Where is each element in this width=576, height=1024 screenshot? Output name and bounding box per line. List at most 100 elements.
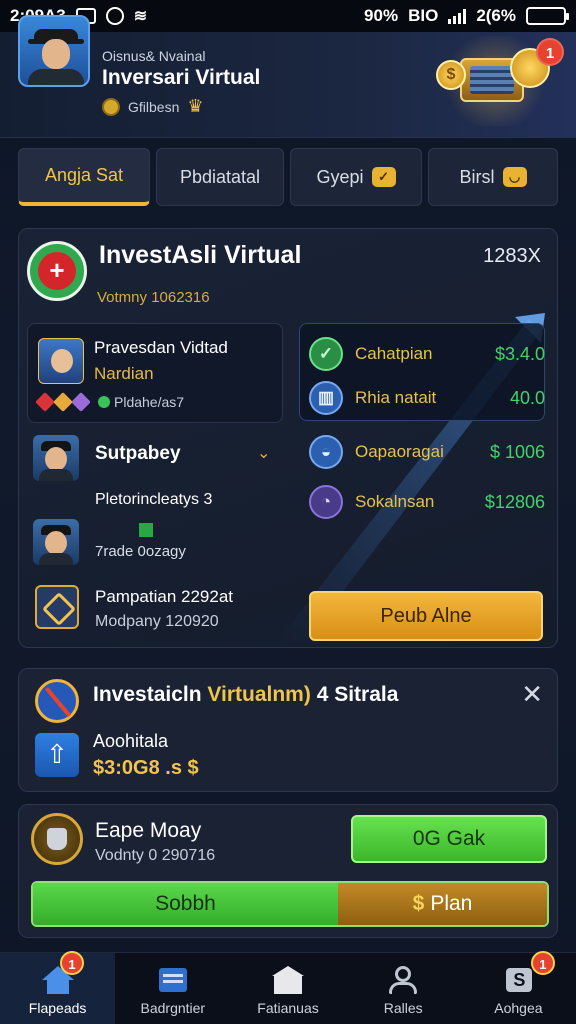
tab-pbdiatatal[interactable]: Pbdiatatal xyxy=(156,148,284,206)
stat-label: Rhia natait xyxy=(355,388,437,407)
row-text-2: 7rade 0ozagy xyxy=(95,543,186,560)
promo-amount: $3:0G8 .s $ xyxy=(93,757,199,779)
person-icon xyxy=(387,966,419,994)
promo-card: Investaicln Virtualnm) 4 Sitrala ✕ ⇧ Aoo… xyxy=(18,668,558,792)
header-title: Inversari Virtual xyxy=(102,66,261,89)
badge-icon xyxy=(35,585,79,629)
coin-icon xyxy=(102,97,120,116)
row-text-1: Pletorincleatys 3 xyxy=(95,491,213,508)
tab-label: Birsl xyxy=(459,166,495,187)
alarm-icon xyxy=(105,7,124,25)
tab-label: Angja Sat xyxy=(44,165,124,185)
tab-bar: Angja Sat Pbdiatatal Gyepi ✓ Birsl ◡ xyxy=(18,148,558,206)
subcard-meta: Pldahe/as7 xyxy=(35,392,185,412)
trophy-icon: ♛ xyxy=(187,96,204,116)
investment-card: + InvestAsli Virtual 1283X Votmny 106231… xyxy=(18,228,558,648)
header-subtitle: Oisnus& Nvainal xyxy=(102,48,206,64)
nav-item-settings[interactable]: S Aohgea 1 xyxy=(461,951,576,1024)
house-icon xyxy=(272,966,304,994)
card-subtitle: Votmny 1062316 xyxy=(97,289,210,306)
person-thumb xyxy=(33,435,79,481)
status-square-icon xyxy=(139,523,153,537)
subcard-meta-text: Pldahe/as7 xyxy=(114,394,185,410)
subcard-line2: Nardian xyxy=(94,364,154,383)
chart-circle-icon: ◔ xyxy=(309,485,343,519)
stat-label: Cahatpian xyxy=(355,344,433,363)
claim-button[interactable]: 0G Gak xyxy=(351,815,547,863)
basket-icon: ▥ xyxy=(309,381,343,415)
header-meta: Gfilbesn ♛ xyxy=(102,96,204,117)
bowl-icon: ◒ xyxy=(309,435,343,469)
dollar-icon: $ xyxy=(412,892,425,915)
card-title: InvestAsli Virtual xyxy=(99,241,302,269)
promo-label: Aoohitala xyxy=(93,731,169,751)
nav-label: Fatianuas xyxy=(257,1000,319,1016)
avatar[interactable] xyxy=(18,15,90,87)
nav-item-features[interactable]: Fatianuas xyxy=(230,953,345,1024)
document-icon xyxy=(157,966,189,994)
s-box-icon: S xyxy=(502,966,534,994)
nav-label: Flapeads xyxy=(28,1000,87,1016)
stat-value: $ 1006 xyxy=(489,441,545,462)
tab-angja-sat[interactable]: Angja Sat xyxy=(18,148,150,206)
notification-badge[interactable]: 1 xyxy=(536,38,564,66)
close-icon[interactable]: ✕ xyxy=(521,679,543,710)
promo-logo-icon xyxy=(35,679,79,723)
check-box-icon: ✓ xyxy=(371,167,396,187)
nav-item-profile[interactable]: Ralles xyxy=(346,953,461,1024)
stat-label: Sokalnsan xyxy=(355,492,435,511)
nav-badge: 1 xyxy=(530,951,555,975)
bonus-card: Eape Moay Vodnty 0 290716 0G Gak Sobbh $… xyxy=(18,804,558,938)
sponsor-title: Sutpabey xyxy=(95,443,181,464)
check-icon: ✓ xyxy=(309,337,343,371)
bonus-subtitle: Vodnty 0 290716 xyxy=(95,847,216,864)
profile-thumb xyxy=(38,338,84,384)
nav-label: Ralles xyxy=(383,1000,423,1016)
nav-badge: 1 xyxy=(60,951,84,975)
brand-logo-icon: + xyxy=(27,241,87,301)
header-meta-label: Gfilbesn xyxy=(128,98,180,115)
wifi-icon: ≋ xyxy=(133,8,148,25)
stat-label: Oapaoragai xyxy=(355,442,444,461)
plan-button[interactable]: $ Plan xyxy=(338,883,547,925)
tab-birsl[interactable]: Birsl ◡ xyxy=(428,148,558,206)
subcard-line1: Pravesdan Vidtad xyxy=(94,338,228,357)
split-action-bar: Sobbh $ Plan xyxy=(31,881,549,927)
bonus-badge-icon xyxy=(31,813,83,865)
chevron-down-icon[interactable]: ⌄ xyxy=(257,443,270,463)
nav-label: Badrgntier xyxy=(140,1000,206,1016)
stat-value: $3.4.0 xyxy=(494,343,545,364)
person-thumb xyxy=(33,519,79,565)
nav-item-badges[interactable]: Badrgntier xyxy=(115,953,230,1024)
stat-row[interactable]: ◔ Sokalnsan $12806 xyxy=(309,485,545,519)
gem-icon xyxy=(71,392,91,412)
promo-title: Investaicln Virtualnm) 4 Sitrala xyxy=(93,683,399,706)
status-percent: 2(6% xyxy=(476,6,516,25)
row-text-4: Modpany 120920 xyxy=(95,613,219,630)
tab-label: Gyepi xyxy=(316,166,364,187)
bonus-title: Eape Moay xyxy=(95,819,202,842)
battery-icon xyxy=(526,7,569,25)
stat-value: 40.0 xyxy=(509,387,545,408)
row-text-3: Pampatian 2292at xyxy=(95,587,233,606)
profile-subcard[interactable]: Pravesdan Vidtad Nardian Pldahe/as7 xyxy=(27,323,283,423)
arrow-up-icon[interactable]: ⇧ xyxy=(35,733,79,777)
status-network-text: BIO xyxy=(408,6,439,25)
signal-icon xyxy=(448,8,467,24)
nav-item-home[interactable]: Flapeads 1 xyxy=(0,951,116,1024)
nav-label: Aohgea xyxy=(494,1000,543,1016)
bottom-nav: Flapeads 1 Badrgntier Fatianuas Ralles S… xyxy=(0,951,576,1024)
push-button[interactable]: Peub Alne xyxy=(309,591,543,641)
gem-icon xyxy=(35,392,55,412)
stat-row[interactable]: ◒ Oapaoragai $ 1006 xyxy=(309,435,545,469)
online-dot-icon xyxy=(98,396,110,408)
gem-icon xyxy=(53,392,73,412)
stat-value: $12806 xyxy=(484,491,545,512)
card-value: 1283X xyxy=(483,245,541,267)
stat-row[interactable]: ▥ Rhia natait 40.0 xyxy=(309,381,545,415)
tab-gyepi[interactable]: Gyepi ✓ xyxy=(290,148,422,206)
sobbh-button[interactable]: Sobbh xyxy=(33,883,338,925)
smile-box-icon: ◡ xyxy=(502,167,527,187)
stat-row[interactable]: ✓ Cahatpian $3.4.0 xyxy=(309,337,545,371)
tab-label: Pbdiatatal xyxy=(179,166,261,187)
